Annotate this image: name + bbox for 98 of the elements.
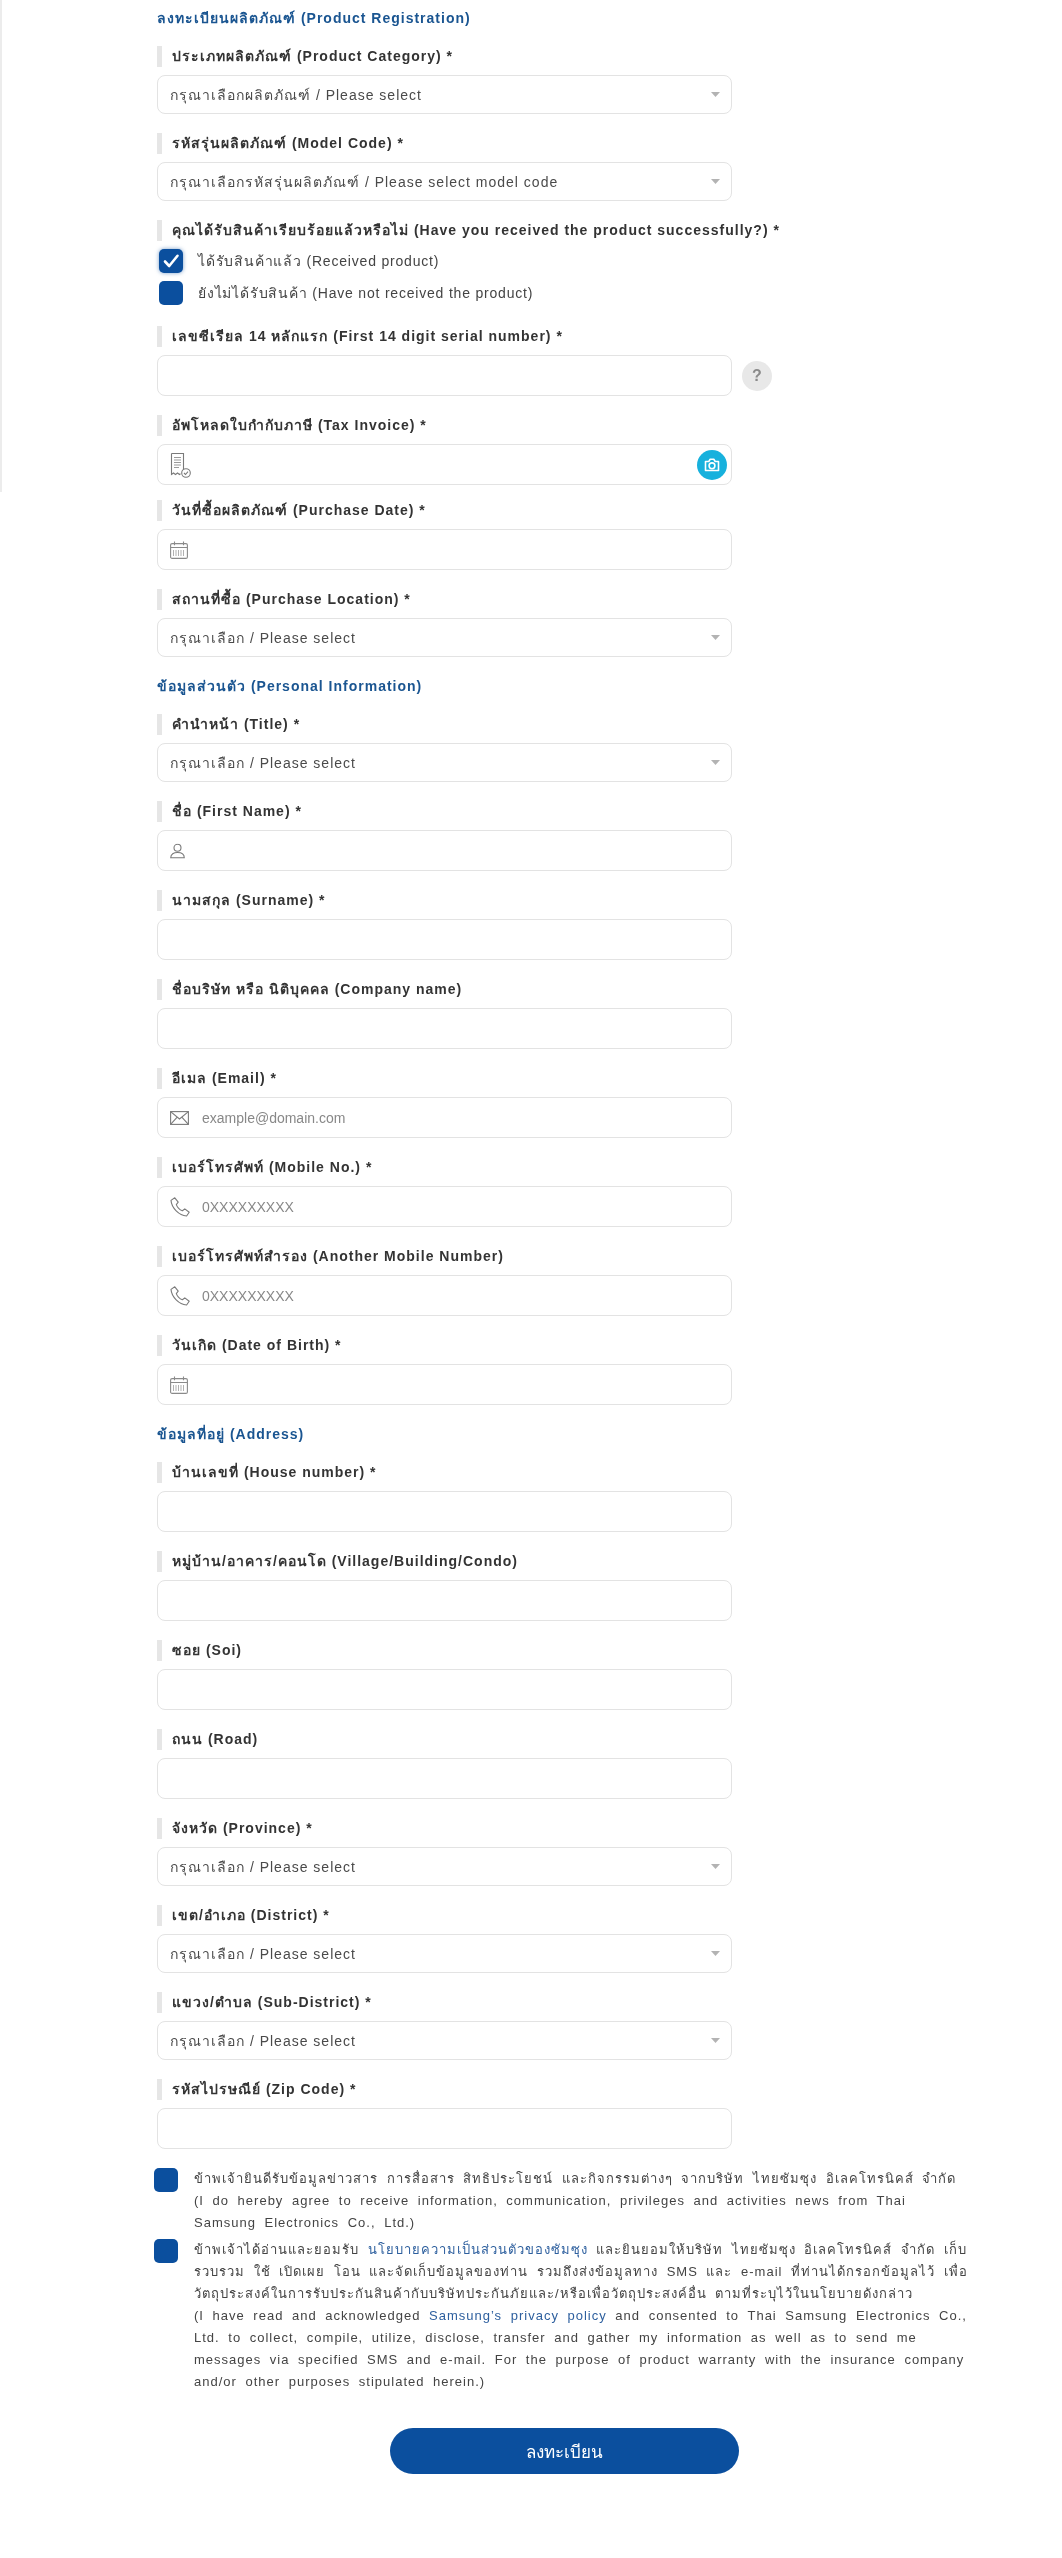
accent-bar-icon [157,1818,162,1839]
text-field[interactable] [157,1758,732,1799]
text-field[interactable] [157,355,732,396]
dropdown[interactable]: กรุณาเลือกผลิตภัณฑ์ / Please select [157,75,732,114]
checkbox-label: ได้รับสินค้าแล้ว (Received product) [198,252,440,271]
field-label: สถานที่ซื้อ (Purchase Location) * [172,589,411,610]
text-field[interactable] [157,1008,732,1049]
checkbox[interactable] [154,2239,178,2263]
field-label: อีเมล (Email) * [172,1069,277,1088]
field-label: วันที่ซื้อผลิตภัณฑ์ (Purchase Date) * [172,500,426,521]
section-title: ลงทะเบียนผลิตภัณฑ์ (Product Registration) [157,9,471,28]
field-label: รหัสไปรษณีย์ (Zip Code) * [172,2080,357,2099]
field-label: แขวง/ตำบล (Sub-District) * [172,1993,372,2012]
dropdown[interactable]: กรุณาเลือก / Please select [157,1847,732,1886]
text-field[interactable] [157,1491,732,1532]
accent-bar-icon [157,1992,162,2013]
field-label: วันเกิด (Date of Birth) * [172,1336,342,1355]
accent-bar-icon [157,1462,162,1483]
field-label: ถนน (Road) [172,1730,259,1749]
text-field[interactable] [157,1669,732,1710]
accent-bar-icon [157,220,162,241]
field-label: คุณได้รับสินค้าเรียบร้อยแล้วหรือไม่ (Have you received the product successfully?) * [172,221,780,241]
receipt-icon [170,451,191,478]
calendar-icon [170,1375,188,1394]
field-label: เขต/อำเภอ (District) * [172,1906,330,1925]
field-label: เบอร์โทรศัพท์สำรอง (Another Mobile Number) [172,1246,504,1266]
section-title: ข้อมูลที่อยู่ (Address) [157,1424,305,1444]
field-label: จังหวัด (Province) * [172,1819,313,1838]
accent-bar-icon [157,589,162,610]
checkbox[interactable] [154,2168,178,2192]
date-field[interactable] [157,529,732,570]
accent-bar-icon [157,1157,162,1178]
caret-icon [711,2038,720,2043]
caret-icon [711,179,720,184]
field-label: คำนำหน้า (Title) * [172,715,301,734]
phone-field[interactable]: 0XXXXXXXXX [157,1186,732,1227]
accent-bar-icon [157,979,162,1000]
upload-field[interactable] [157,444,732,485]
dropdown[interactable]: กรุณาเลือกรหัสรุ่นผลิตภัณฑ์ / Please select model code [157,162,732,201]
field-label: ชื่อบริษัท หรือ นิติบุคคล (Company name) [172,979,463,1000]
consent-text: (I have read and acknowledged Samsung’s privacy policy and consented to Thai Samsung Electronics Co., Ltd. to collect, compile, utilize, disclose, transfer and gather my information as well as to send me messages via specified SMS and e-mail. For the purpose of product warranty with the insurance company and/or other purposes stipulated herein.) [194,2307,968,2391]
field-label: ประเภทผลิตภัณฑ์ (Product Category) * [172,47,453,66]
text-field[interactable] [157,919,732,960]
caret-icon [711,1951,720,1956]
field-label: เบอร์โทรศัพท์ (Mobile No.) * [172,1157,373,1177]
name-field[interactable] [157,830,732,871]
phone-icon [170,1285,190,1306]
consent-text: (I do hereby agree to receive information, communication, privileges and activities news from Thai Samsung Electronics Co., Ltd.) [194,2192,907,2232]
dropdown[interactable]: กรุณาเลือก / Please select [157,618,732,657]
accent-bar-icon [157,133,162,154]
accent-bar-icon [157,714,162,735]
caret-icon [711,1864,720,1869]
accent-bar-icon [157,46,162,67]
field-label: อัพโหลดใบกำกับภาษี (Tax Invoice) * [172,415,427,435]
person-icon [170,843,185,858]
accent-bar-icon [157,890,162,911]
accent-bar-icon [157,326,162,347]
field-label: นามสกุล (Surname) * [172,891,326,911]
date-field[interactable] [157,1364,732,1405]
accent-bar-icon [157,1729,162,1750]
privacy-policy-link[interactable]: Samsung’s privacy policy [429,2308,607,2323]
field-label: ซอย (Soi) [172,1641,242,1660]
dropdown[interactable]: กรุณาเลือก / Please select [157,1934,732,1973]
caret-icon [711,92,720,97]
text-field[interactable] [157,2108,732,2149]
dropdown[interactable]: กรุณาเลือก / Please select [157,743,732,782]
accent-bar-icon [157,1551,162,1572]
accent-bar-icon [157,2079,162,2100]
checkbox-label: ยังไม่ได้รับสินค้า (Have not received the product) [198,284,534,303]
privacy-policy-link[interactable]: นโยบายความเป็นส่วนตัวของซัมซุง [367,2242,588,2257]
accent-bar-icon [157,1068,162,1089]
field-label: หมู่บ้าน/อาคาร/คอนโด (Village/Building/Condo) [172,1551,518,1572]
text-field[interactable] [157,1580,732,1621]
phone-field[interactable]: 0XXXXXXXXX [157,1275,732,1316]
field-label: ชื่อ (First Name) * [172,801,302,821]
calendar-icon [170,540,188,559]
consent-text: ข้าพเจ้ายินดีรับข้อมูลข่าวสาร การสื่อสาร สิทธิประโยชน์ และกิจกรรมต่างๆ จากบริษัท ไทยซัมซุง อิเลคโทรนิคส์ จำกัด [194,2169,958,2189]
field-label: บ้านเลขที่ (House number) * [172,1462,377,1482]
register-button[interactable]: ลงทะเบียน [390,2428,739,2474]
accent-bar-icon [157,1246,162,1267]
email-field[interactable]: example@domain.com [157,1097,732,1138]
dropdown[interactable]: กรุณาเลือก / Please select [157,2021,732,2060]
section-title: ข้อมูลส่วนตัว (Personal Information) [157,677,423,696]
accent-bar-icon [157,1335,162,1356]
envelope-icon [170,1110,189,1125]
checkbox[interactable] [159,281,183,305]
accent-bar-icon [157,415,162,436]
accent-bar-icon [157,500,162,521]
camera-icon[interactable] [697,449,727,480]
checkbox[interactable] [159,249,183,273]
accent-bar-icon [157,1905,162,1926]
field-label: เลขซีเรียล 14 หลักแรก (First 14 digit serial number) * [172,327,563,346]
accent-bar-icon [157,801,162,822]
accent-bar-icon [157,1640,162,1661]
field-label: รหัสรุ่นผลิตภัณฑ์ (Model Code) * [172,134,404,154]
caret-icon [711,635,720,640]
phone-icon [170,1196,190,1217]
caret-icon [711,760,720,765]
